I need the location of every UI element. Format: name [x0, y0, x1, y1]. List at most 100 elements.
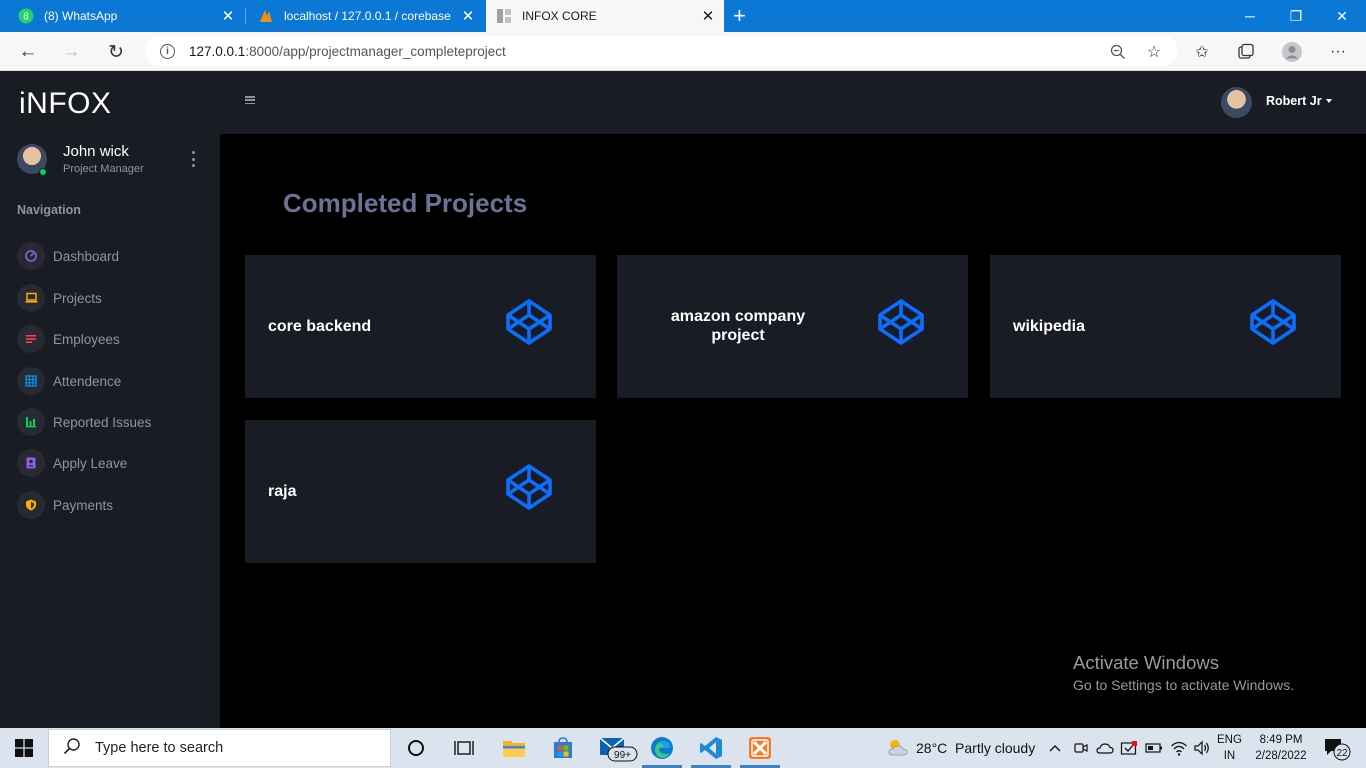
clock-time: 8:49 PM [1259, 734, 1303, 746]
volume-icon[interactable] [1193, 728, 1211, 768]
tab-whatsapp[interactable]: 8 (8) WhatsApp ✕ [0, 0, 244, 32]
sidebar: iNFOX John wick Project Manager Navigati… [0, 71, 220, 728]
activate-windows-subtitle: Go to Settings to activate Windows. [1073, 677, 1294, 693]
tab-label: (8) WhatsApp [44, 9, 118, 23]
cortana-icon[interactable] [402, 734, 430, 762]
project-name: wikipedia [1013, 318, 1086, 335]
sidebar-item-projects[interactable]: Projects [17, 283, 217, 313]
windows-taskbar: Type here to search 99+ 28°C Partly clou… [0, 728, 1366, 768]
project-card[interactable]: wikipedia [990, 255, 1341, 398]
file-explorer-icon[interactable] [500, 734, 528, 762]
sidebar-item-label: Payments [53, 497, 114, 513]
profile-name: John wick [63, 143, 129, 160]
collections-icon[interactable] [1235, 41, 1257, 63]
meet-now-icon[interactable] [1073, 728, 1089, 768]
refresh-icon[interactable]: ↻ [103, 39, 129, 65]
close-tab-icon[interactable]: ✕ [460, 7, 476, 25]
region-code: IN [1223, 750, 1236, 762]
brand-logo[interactable]: iNFOX [19, 87, 112, 121]
project-name: raja [268, 483, 297, 500]
microsoft-store-icon[interactable] [549, 734, 577, 762]
clock-date: 2/28/2022 [1255, 750, 1307, 762]
avatar[interactable] [1221, 87, 1252, 118]
windows-start-icon[interactable] [0, 728, 48, 768]
sidebar-item-label: Attendence [53, 373, 122, 389]
shield-icon [17, 491, 45, 519]
user-name[interactable]: Robert Jr [1266, 94, 1322, 108]
codepen-icon [506, 464, 552, 510]
new-tab-plus-icon[interactable]: + [733, 3, 746, 29]
codepen-icon [506, 299, 552, 345]
svg-text:8: 8 [23, 12, 29, 23]
sidebar-item-employees[interactable]: Employees [17, 324, 217, 354]
sidebar-item-label: Apply Leave [53, 455, 128, 471]
tab-infox-core[interactable]: INFOX CORE ✕ [486, 0, 724, 32]
phpmyadmin-icon [258, 8, 274, 24]
taskbar-search-input[interactable]: Type here to search [48, 729, 391, 767]
mail-icon[interactable]: 99+ [598, 734, 638, 762]
tab-phpmyadmin[interactable]: localhost / 127.0.0.1 / corebase ✕ [240, 0, 484, 32]
online-status-dot [39, 168, 47, 176]
activate-windows-title: Activate Windows [1073, 652, 1219, 673]
weather-text: 28°C Partly cloudy [916, 740, 1036, 756]
sidebar-item-attendence[interactable]: Attendence [17, 366, 217, 396]
project-card[interactable]: core backend [245, 255, 596, 398]
close-tab-icon[interactable]: ✕ [220, 7, 236, 25]
chart-bar-icon [17, 408, 45, 436]
project-card[interactable]: amazon company project [617, 255, 968, 398]
codepen-icon [1250, 299, 1296, 345]
site-info-icon[interactable]: i [160, 43, 175, 59]
browser-tab-strip: 8 (8) WhatsApp ✕ localhost / 127.0.0.1 /… [0, 0, 1366, 32]
restore-icon[interactable]: ❐ [1273, 0, 1319, 32]
project-name: amazon company project [670, 308, 806, 344]
menu-toggle-icon[interactable] [245, 96, 255, 104]
sidebar-item-label: Dashboard [53, 248, 120, 264]
url-field[interactable]: i 127.0.0.1:8000/app/projectmanager_comp… [145, 36, 1178, 66]
minimize-icon[interactable]: ─ [1227, 0, 1273, 32]
sidebar-item-dashboard[interactable]: Dashboard [17, 241, 217, 271]
clock[interactable]: 8:49 PM 2/28/2022 [1253, 728, 1309, 768]
tab-label: INFOX CORE [522, 9, 597, 23]
sidebar-item-label: Projects [53, 290, 102, 306]
vscode-icon[interactable] [697, 734, 725, 762]
close-window-icon[interactable]: ✕ [1319, 0, 1365, 32]
profile-icon[interactable] [1281, 41, 1303, 63]
close-tab-icon[interactable]: ✕ [700, 7, 716, 25]
xampp-icon[interactable] [746, 734, 774, 762]
edge-browser-icon[interactable] [648, 734, 676, 762]
search-placeholder: Type here to search [95, 740, 224, 756]
sidebar-item-apply-leave[interactable]: Apply Leave [17, 448, 217, 478]
zoom-icon[interactable] [1107, 41, 1129, 63]
onedrive-icon[interactable] [1096, 728, 1114, 768]
security-icon[interactable] [1120, 728, 1138, 768]
sidebar-item-payments[interactable]: Payments [17, 490, 217, 520]
sidebar-item-label: Employees [53, 331, 120, 347]
project-card[interactable]: raja [245, 420, 596, 563]
svg-text:22: 22 [1336, 748, 1348, 759]
sidebar-item-label: Reported Issues [53, 414, 152, 430]
caret-down-icon[interactable] [1326, 99, 1332, 103]
page-icon [496, 8, 512, 24]
weather-widget[interactable]: 28°C Partly cloudy [885, 728, 1035, 768]
wifi-icon[interactable] [1170, 728, 1188, 768]
back-arrow-icon[interactable]: ← [15, 39, 41, 65]
battery-icon[interactable] [1145, 728, 1163, 768]
tab-label: localhost / 127.0.0.1 / corebase [284, 9, 451, 23]
forward-arrow-icon[interactable]: → [58, 39, 84, 65]
profile-role: Project Manager [63, 163, 144, 175]
add-favorite-icon[interactable]: ☆ [1143, 41, 1165, 63]
task-view-icon[interactable] [450, 734, 478, 762]
app-root: iNFOX John wick Project Manager Navigati… [0, 71, 1366, 728]
nav-heading: Navigation [17, 203, 81, 217]
settings-more-icon[interactable]: ··· [1327, 41, 1349, 63]
favorites-icon[interactable]: ✩ [1191, 41, 1213, 63]
notifications-icon[interactable]: 22 [1323, 728, 1351, 768]
playlist-icon [17, 325, 45, 353]
input-language-indicator[interactable]: ENG IN [1217, 728, 1242, 768]
svg-text:99+: 99+ [614, 750, 631, 761]
kebab-menu-icon[interactable] [187, 151, 199, 167]
language-code: ENG [1217, 734, 1242, 746]
show-hidden-icons-chevron-icon[interactable] [1048, 728, 1062, 768]
sidebar-item-reported-issues[interactable]: Reported Issues [17, 407, 217, 437]
search-icon [63, 737, 81, 760]
